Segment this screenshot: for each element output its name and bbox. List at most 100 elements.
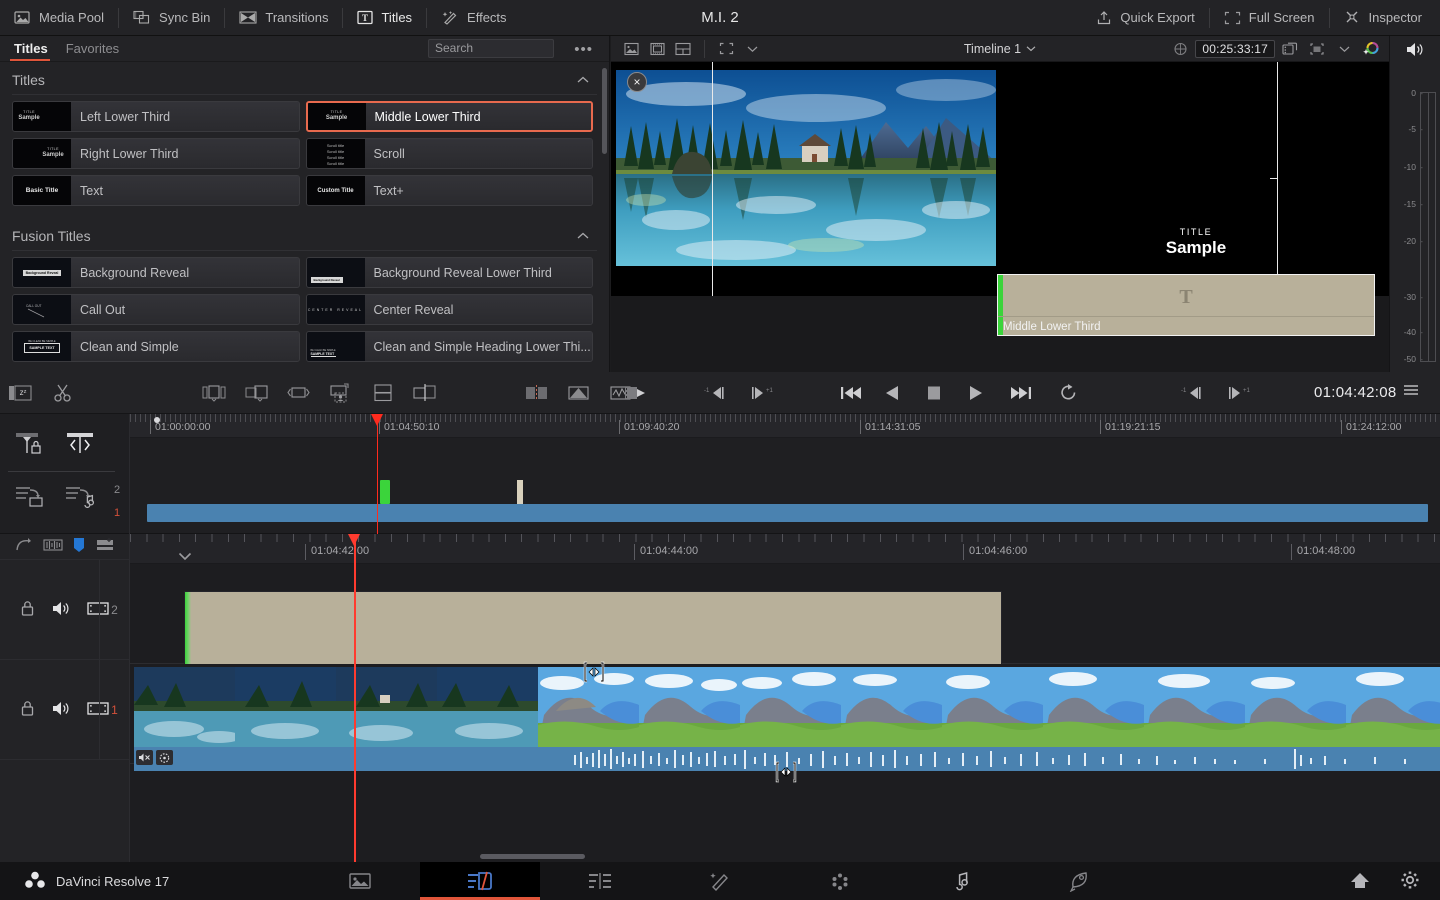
- source-tape-icon[interactable]: [615, 372, 657, 414]
- mini-timeline-ruler[interactable]: 01:00:00:00 01:04:50:10 01:09:40:20 01:1…: [130, 414, 1440, 438]
- viewer-options-icon[interactable]: [1305, 39, 1329, 59]
- chevron-up-icon[interactable]: [577, 76, 589, 84]
- page-color[interactable]: [780, 862, 900, 900]
- play-button[interactable]: [954, 372, 997, 414]
- title-item-scroll[interactable]: Scroll title Scroll title Scroll title Scro…: [305, 138, 593, 169]
- timeline-viewer-icon[interactable]: [645, 39, 669, 59]
- chevron-up-icon[interactable]: [577, 232, 589, 240]
- timeline-audio-waveform[interactable]: [134, 747, 1440, 771]
- toolbar-item-effects[interactable]: Effects: [427, 0, 521, 36]
- timeline-playhead[interactable]: [349, 534, 359, 862]
- chevron-down-icon[interactable]: [178, 552, 192, 564]
- add-track-icon[interactable]: [95, 537, 115, 556]
- inspector-button[interactable]: Inspector: [1330, 0, 1440, 36]
- audio-mute-icon[interactable]: [136, 750, 153, 765]
- audio-waveform-icon[interactable]: [43, 537, 63, 556]
- fade-icon[interactable]: [558, 372, 600, 414]
- page-cut[interactable]: [420, 862, 540, 900]
- enhance-icon[interactable]: [1359, 39, 1383, 59]
- mini-marker-clip[interactable]: [517, 480, 523, 504]
- chevron-down-icon[interactable]: [740, 39, 764, 59]
- fusion-item-clean-and-simple-heading-lower-third[interactable]: BE CLEAN BE SIMPLE SAMPLE TEXT Clean and …: [305, 331, 593, 362]
- marker-flag-icon[interactable]: [72, 537, 86, 557]
- loop-button[interactable]: [1045, 372, 1092, 414]
- lock-sync-icon[interactable]: [14, 430, 48, 461]
- timeline-tracks-area[interactable]: 01:04:42:00 01:04:44:00 01:04:46:00 01:0…: [130, 534, 1440, 862]
- viewer-fit-icon[interactable]: [714, 39, 738, 59]
- tab-favorites[interactable]: Favorites: [62, 41, 133, 61]
- mini-playhead[interactable]: [371, 414, 383, 534]
- fusion-item-background-reveal[interactable]: Background Reveal Background Reveal: [12, 257, 300, 288]
- jump-to-end-button[interactable]: [997, 372, 1045, 414]
- speaker-icon[interactable]: [1390, 36, 1440, 62]
- snapshot-icon[interactable]: [1278, 39, 1302, 59]
- jump-to-start-button[interactable]: [831, 372, 871, 414]
- favorite-star-icon[interactable]: ★: [591, 340, 592, 353]
- curve-editor-icon[interactable]: [14, 537, 34, 556]
- title-item-text[interactable]: Basic Title Text: [12, 175, 300, 206]
- fusion-item-clean-and-simple[interactable]: BE CLEAN BE SIMPLE SAMPLE TEXT Clean and …: [12, 331, 300, 362]
- mini-timeline-track[interactable]: 01:00:00:00 01:04:50:10 01:09:40:20 01:1…: [114, 414, 1440, 534]
- replace-clip-icon[interactable]: [278, 372, 320, 414]
- stop-button[interactable]: [914, 372, 954, 414]
- audio-only-icon[interactable]: [64, 484, 98, 511]
- insert-clip-icon[interactable]: [194, 372, 236, 414]
- play-reverse-button[interactable]: [871, 372, 914, 414]
- quick-export-button[interactable]: Quick Export: [1082, 0, 1208, 36]
- overwrite-clip-icon[interactable]: [236, 372, 278, 414]
- fusion-item-background-reveal-lower-third[interactable]: Background Reveal Background Reveal Lowe…: [305, 257, 593, 288]
- page-edit[interactable]: [540, 862, 660, 900]
- lock-icon[interactable]: [20, 700, 35, 720]
- title-item-right-lower-third[interactable]: TITLE Sample Right Lower Third: [12, 138, 300, 169]
- title-item-text-plus[interactable]: Custom Title Text+: [305, 175, 593, 206]
- source-viewer-icon[interactable]: [619, 39, 643, 59]
- search-input[interactable]: Search: [428, 39, 554, 58]
- source-overwrite-icon[interactable]: [362, 372, 404, 414]
- lock-icon[interactable]: [20, 600, 35, 620]
- page-media[interactable]: [300, 862, 420, 900]
- toolbar-item-titles[interactable]: T Titles: [343, 0, 426, 36]
- title-item-left-lower-third[interactable]: TITLE Sample Left Lower Third: [12, 101, 300, 132]
- timeline-video-clip[interactable]: [134, 667, 1440, 747]
- trim-forward-button[interactable]: +1: [1222, 372, 1266, 414]
- home-icon[interactable]: [1350, 871, 1370, 892]
- clip-link-icon[interactable]: [156, 750, 173, 765]
- scissors-icon[interactable]: [42, 372, 84, 414]
- library-options-button[interactable]: •••: [574, 41, 593, 58]
- trim-back-button[interactable]: -1: [1170, 372, 1222, 414]
- smart-edit-icon[interactable]: zᶻ: [0, 372, 42, 414]
- speaker-icon[interactable]: [51, 600, 71, 620]
- mini-title-clip[interactable]: [380, 480, 390, 504]
- timeline-horizontal-scrollbar[interactable]: [480, 854, 585, 859]
- transition-icon[interactable]: [516, 372, 558, 414]
- video-only-icon[interactable]: [14, 484, 48, 511]
- title-item-middle-lower-third[interactable]: TITLE Sample Middle Lower Third: [305, 101, 593, 132]
- full-screen-button[interactable]: Full Screen: [1210, 0, 1329, 36]
- toolbar-item-media-pool[interactable]: Media Pool: [0, 0, 118, 36]
- track-header-1[interactable]: 1: [0, 660, 129, 760]
- timeline-ruler[interactable]: 01:04:42:00 01:04:44:00 01:04:46:00 01:0…: [130, 534, 1440, 564]
- duration-timecode[interactable]: 00:25:33:17: [1195, 39, 1275, 58]
- chevron-down-icon[interactable]: [1332, 39, 1356, 59]
- library-scrollbar[interactable]: [601, 62, 608, 370]
- toolbar-item-transitions[interactable]: Transitions: [225, 0, 342, 36]
- page-deliver[interactable]: [1020, 862, 1140, 900]
- hamburger-menu-icon[interactable]: [1402, 383, 1440, 402]
- step-back-frame-button[interactable]: -1: [693, 372, 745, 414]
- video-track-1[interactable]: [130, 664, 1440, 771]
- page-fusion[interactable]: [660, 862, 780, 900]
- video-track-2[interactable]: T Middle Lower Third: [130, 564, 1440, 684]
- close-icon[interactable]: ×: [627, 72, 647, 92]
- chevron-down-icon[interactable]: [1026, 45, 1036, 52]
- step-forward-frame-button[interactable]: +1: [745, 372, 789, 414]
- toolbar-item-sync-bin[interactable]: Sync Bin: [119, 0, 224, 36]
- fusion-item-call-out[interactable]: CALL OUT Call Out: [12, 294, 300, 325]
- place-on-top-icon[interactable]: [320, 372, 362, 414]
- dual-viewer-icon[interactable]: [671, 39, 695, 59]
- track-header-2[interactable]: 2: [0, 560, 129, 660]
- tab-titles[interactable]: Titles: [10, 41, 62, 61]
- dragged-title-clip-preview[interactable]: T Middle Lower Third: [997, 274, 1375, 336]
- speaker-icon[interactable]: [51, 700, 71, 720]
- source-target-icon[interactable]: [64, 430, 98, 461]
- section-header-titles[interactable]: Titles: [0, 62, 609, 94]
